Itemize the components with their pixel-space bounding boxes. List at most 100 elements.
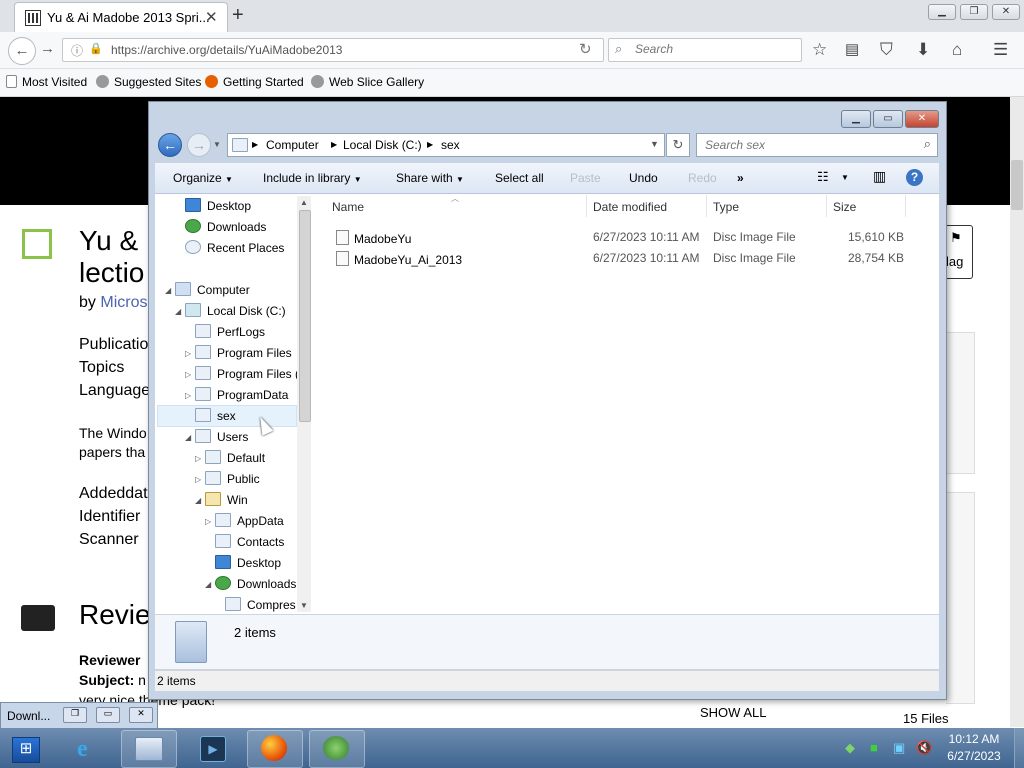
include-in-library-menu[interactable]: Include in library ▼ bbox=[263, 171, 362, 185]
tree-item-program-files[interactable]: Program Files bbox=[195, 345, 292, 360]
reload-icon[interactable]: ↻ bbox=[579, 40, 592, 58]
collapse-arrow-icon[interactable]: ▷ bbox=[185, 349, 191, 358]
taskbar-internet-explorer[interactable]: e bbox=[62, 730, 118, 768]
tray-network-icon[interactable]: ◆ bbox=[845, 740, 855, 756]
pocket-icon[interactable]: ⛉ bbox=[880, 40, 893, 60]
organize-menu[interactable]: Organize ▼ bbox=[173, 171, 233, 185]
minimized-close-button[interactable]: ✕ bbox=[129, 707, 153, 723]
view-options-icon[interactable]: ☷ bbox=[817, 169, 829, 185]
tab-close-icon[interactable]: ✕ bbox=[205, 8, 218, 26]
tree-item-sex[interactable]: sex bbox=[195, 408, 236, 423]
tree-item-programdata[interactable]: ProgramData bbox=[195, 387, 288, 402]
tree-item-user-downloads[interactable]: Downloads bbox=[215, 576, 296, 591]
collapse-arrow-icon[interactable]: ▷ bbox=[205, 517, 211, 526]
flag-button[interactable]: ⚑ lag bbox=[946, 225, 973, 279]
undo-button[interactable]: Undo bbox=[629, 171, 658, 185]
share-with-menu[interactable]: Share with ▼ bbox=[396, 171, 464, 185]
taskbar-firefox[interactable] bbox=[247, 730, 303, 768]
more-commands-icon[interactable]: » bbox=[737, 171, 744, 185]
explorer-address-bar[interactable]: ▶ Computer ▶ Local Disk (C:) ▶ sex ▼ bbox=[227, 133, 665, 157]
breadcrumb-separator-icon[interactable]: ▶ bbox=[427, 140, 433, 149]
taskbar-clock[interactable]: 10:12 AM 6/27/2023 bbox=[944, 732, 1004, 763]
breadcrumb-computer[interactable]: Computer bbox=[266, 138, 319, 152]
tree-item-default[interactable]: Default bbox=[205, 450, 265, 465]
collapse-arrow-icon[interactable]: ▷ bbox=[195, 454, 201, 463]
new-tab-button[interactable]: + bbox=[232, 4, 244, 27]
tray-chat-icon[interactable]: ■ bbox=[870, 740, 878, 755]
breadcrumb-separator-icon[interactable]: ▶ bbox=[331, 140, 337, 149]
tree-item-desktop[interactable]: Desktop bbox=[185, 198, 251, 213]
file-row[interactable]: MadobeYu 6/27/2023 10:11 AM Disc Image F… bbox=[330, 228, 930, 246]
expand-arrow-icon[interactable]: ◢ bbox=[205, 580, 211, 589]
url-bar[interactable]: ⓘ 🔒 https://archive.org/details/YuAiMado… bbox=[62, 38, 604, 62]
column-separator[interactable] bbox=[586, 195, 587, 217]
explorer-close-button[interactable]: ✕ bbox=[905, 110, 939, 128]
tree-item-contacts[interactable]: Contacts bbox=[215, 534, 284, 549]
file-row[interactable]: MadobeYu_Ai_2013 6/27/2023 10:11 AM Disc… bbox=[330, 249, 930, 267]
show-desktop-button[interactable] bbox=[1014, 728, 1024, 768]
recent-pages-chevron-icon[interactable]: ▼ bbox=[213, 140, 221, 149]
breadcrumb-local-disk[interactable]: Local Disk (C:) bbox=[343, 138, 422, 152]
back-button[interactable]: ← bbox=[8, 37, 36, 65]
tree-item-compressed[interactable]: Compres bbox=[225, 597, 296, 612]
column-header-size[interactable]: Size bbox=[833, 200, 856, 214]
minimize-button[interactable]: ▁ bbox=[928, 4, 956, 20]
bookmark-most-visited[interactable]: Most Visited bbox=[6, 75, 87, 89]
tree-item-local-disk[interactable]: Local Disk (C:) bbox=[185, 303, 286, 318]
help-icon[interactable]: ? bbox=[906, 169, 923, 186]
taskbar-download-manager[interactable] bbox=[309, 730, 365, 768]
restore-button[interactable]: ❐ bbox=[960, 4, 988, 20]
select-all-button[interactable]: Select all bbox=[495, 171, 544, 185]
home-icon[interactable]: ⌂ bbox=[952, 40, 962, 60]
reading-list-icon[interactable]: ▤ bbox=[845, 40, 859, 58]
info-icon[interactable]: ⓘ bbox=[71, 42, 83, 59]
column-separator[interactable] bbox=[905, 195, 906, 217]
expand-arrow-icon[interactable]: ◢ bbox=[175, 307, 181, 316]
tree-item-appdata[interactable]: AppData bbox=[215, 513, 284, 528]
minimized-restore-button[interactable]: ❐ bbox=[63, 707, 87, 723]
redo-button[interactable]: Redo bbox=[688, 171, 717, 185]
explorer-back-button[interactable]: ← bbox=[158, 133, 182, 157]
page-scrollbar-thumb[interactable] bbox=[1011, 160, 1023, 210]
bookmark-web-slice-gallery[interactable]: Web Slice Gallery bbox=[311, 75, 424, 89]
collapse-arrow-icon[interactable]: ▷ bbox=[195, 475, 201, 484]
address-dropdown-icon[interactable]: ▼ bbox=[650, 139, 659, 149]
tree-item-public[interactable]: Public bbox=[205, 471, 260, 486]
explorer-refresh-icon[interactable]: ↻ bbox=[666, 133, 690, 157]
chevron-down-icon[interactable]: ▼ bbox=[841, 173, 849, 182]
tray-monitor-icon[interactable]: ▣ bbox=[893, 740, 905, 756]
breadcrumb-separator-icon[interactable]: ▶ bbox=[252, 140, 258, 149]
tree-item-downloads[interactable]: Downloads bbox=[185, 219, 266, 234]
column-separator[interactable] bbox=[706, 195, 707, 217]
scroll-down-icon[interactable]: ▼ bbox=[300, 601, 308, 610]
tree-item-computer[interactable]: Computer bbox=[175, 282, 250, 297]
tree-item-recent-places[interactable]: Recent Places bbox=[185, 240, 284, 255]
navigation-scrollbar-thumb[interactable] bbox=[299, 210, 311, 422]
collapse-arrow-icon[interactable]: ▷ bbox=[185, 370, 191, 379]
explorer-forward-button[interactable]: → bbox=[187, 133, 211, 157]
tree-item-perflogs[interactable]: PerfLogs bbox=[195, 324, 265, 339]
column-header-type[interactable]: Type bbox=[713, 200, 739, 214]
forward-button[interactable]: → bbox=[40, 40, 55, 57]
expand-arrow-icon[interactable]: ◢ bbox=[195, 496, 201, 505]
tray-volume-muted-icon[interactable]: 🔇 bbox=[916, 740, 932, 756]
start-button[interactable]: ⊞ bbox=[12, 737, 40, 763]
explorer-search-box[interactable]: ⌕ bbox=[696, 133, 938, 157]
close-button[interactable]: ✕ bbox=[992, 4, 1020, 20]
explorer-search-input[interactable] bbox=[703, 137, 907, 153]
paste-button[interactable]: Paste bbox=[570, 171, 601, 185]
expand-arrow-icon[interactable]: ◢ bbox=[165, 286, 171, 295]
bookmark-suggested-sites[interactable]: Suggested Sites bbox=[96, 75, 201, 89]
expand-arrow-icon[interactable]: ◢ bbox=[185, 433, 191, 442]
minimized-window[interactable]: Downl... ❐ ▭ ✕ bbox=[0, 702, 158, 730]
scroll-up-icon[interactable]: ▲ bbox=[300, 198, 308, 207]
author-link[interactable]: Micros bbox=[100, 294, 147, 311]
browser-tab[interactable]: Yu & Ai Madobe 2013 Spri... ✕ bbox=[14, 2, 228, 33]
tree-item-win[interactable]: Win bbox=[205, 492, 248, 507]
bookmark-star-icon[interactable]: ☆ bbox=[812, 40, 827, 60]
collapse-arrow-icon[interactable]: ▷ bbox=[185, 391, 191, 400]
tree-item-user-desktop[interactable]: Desktop bbox=[215, 555, 281, 570]
column-separator[interactable] bbox=[826, 195, 827, 217]
menu-icon[interactable]: ☰ bbox=[993, 40, 1008, 60]
download-icon[interactable]: ⬇ bbox=[916, 40, 930, 60]
